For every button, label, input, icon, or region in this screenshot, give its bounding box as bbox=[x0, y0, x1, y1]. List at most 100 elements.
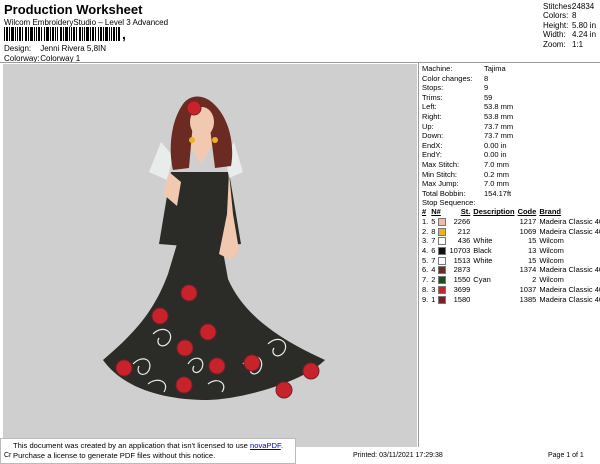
machine-info-list: Machine: Tajima Color changes: 8 Stops: 9 T… bbox=[422, 64, 513, 198]
col-header-description: Description bbox=[473, 207, 515, 217]
color-swatch bbox=[438, 237, 447, 246]
needle-number: 8 bbox=[431, 226, 436, 236]
color-swatch-cell bbox=[437, 275, 448, 285]
design-value: Jenni Rivera 5,8IN bbox=[40, 44, 107, 53]
color-swatch bbox=[438, 295, 447, 304]
footer-left-text: Cr bbox=[4, 452, 12, 459]
table-row: 6. 4 2873 1374 Madeira Classic 40 bbox=[421, 265, 600, 275]
design-row: Design: Jenni Rivera 5,8IN bbox=[4, 44, 106, 53]
thread-description bbox=[472, 265, 516, 275]
color-swatch-cell bbox=[437, 226, 448, 236]
novapdf-link[interactable]: novaPDF bbox=[250, 441, 281, 450]
color-swatch bbox=[438, 227, 447, 236]
stop-sequence-table: # N# St. Description Code Brand 1. 5 2266 1… bbox=[421, 207, 600, 304]
thread-brand: Wilcom bbox=[539, 275, 564, 285]
info-row: Trims: 59 bbox=[422, 92, 493, 102]
color-swatch-cell bbox=[437, 255, 448, 265]
worksheet-title: Production Worksheet bbox=[4, 2, 143, 17]
needle-number: 3 bbox=[431, 284, 436, 294]
stitch-count: 2266 bbox=[453, 217, 471, 227]
stitch-count: 3699 bbox=[453, 284, 471, 294]
thread-description: White bbox=[473, 255, 493, 265]
needle-number: 5 bbox=[431, 217, 436, 227]
license-notice: This document was created by an applicat… bbox=[0, 438, 296, 464]
stat-row: Colors: 8 bbox=[543, 11, 577, 21]
thread-brand: Madeira Classic 40 bbox=[539, 294, 600, 304]
color-swatch bbox=[438, 256, 447, 265]
row-number: 6. bbox=[422, 265, 429, 275]
row-number: 1. bbox=[422, 217, 429, 227]
thread-brand: Wilcom bbox=[539, 255, 564, 265]
thread-code: 1069 bbox=[519, 226, 537, 236]
thread-code: 1385 bbox=[519, 294, 537, 304]
needle-number: 1 bbox=[431, 294, 436, 304]
thread-description: White bbox=[473, 236, 493, 246]
thread-brand: Madeira Classic 40 bbox=[539, 226, 600, 236]
row-number: 5. bbox=[422, 255, 429, 265]
needle-number: 4 bbox=[431, 265, 436, 275]
col-header-needle: N# bbox=[431, 207, 441, 217]
thread-description bbox=[472, 226, 516, 236]
thread-code: 1217 bbox=[519, 217, 537, 227]
panel-divider bbox=[418, 62, 419, 447]
thread-description: Black bbox=[473, 246, 492, 256]
table-row: 1. 5 2266 1217 Madeira Classic 40 bbox=[421, 217, 600, 227]
table-row: 2. 8 212 1069 Madeira Classic 40 bbox=[421, 226, 600, 236]
color-swatch-cell bbox=[437, 285, 448, 295]
thread-code: 2 bbox=[532, 275, 537, 285]
stop-sequence-title: Stop Sequence: bbox=[422, 198, 476, 207]
table-row: 3. 7 436 White 15 Wilcom bbox=[421, 236, 600, 246]
stats-block: Stitches:24834 Colors: 8 Height: 5.80 in W… bbox=[543, 2, 596, 49]
table-row: 7. 2 1550 Cyan 2 Wilcom bbox=[421, 275, 600, 285]
color-swatch bbox=[438, 285, 447, 294]
info-row: Min Stitch: 0.2 mm bbox=[422, 169, 510, 179]
thread-brand: Wilcom bbox=[539, 236, 564, 246]
info-row: Machine: Tajima bbox=[422, 64, 506, 73]
color-swatch-cell bbox=[437, 236, 448, 246]
thread-brand: Madeira Classic 40 bbox=[539, 217, 600, 227]
color-swatch bbox=[438, 276, 447, 285]
stat-row: Height: 5.80 in bbox=[543, 20, 597, 30]
notice-line-2: Purchase a license to generate PDF files… bbox=[13, 451, 216, 460]
color-swatch bbox=[438, 218, 447, 227]
header-divider bbox=[0, 62, 600, 63]
stat-row: Width: 4.24 in bbox=[543, 30, 597, 40]
stitch-count: 10703 bbox=[449, 246, 471, 256]
stat-row: Stitches:24834 bbox=[543, 2, 595, 11]
needle-number: 2 bbox=[431, 275, 436, 285]
info-row: Left: 53.8 mm bbox=[422, 102, 514, 112]
stitch-count: 2873 bbox=[453, 265, 471, 275]
col-header-num: # bbox=[422, 207, 427, 217]
stitch-count: 1580 bbox=[453, 294, 471, 304]
design-preview bbox=[3, 64, 417, 447]
row-number: 4. bbox=[422, 246, 429, 256]
stat-row: Zoom: 1:1 bbox=[543, 39, 584, 49]
table-row: 4. 6 10703 Black 13 Wilcom bbox=[421, 246, 600, 256]
needle-number: 6 bbox=[431, 246, 436, 256]
info-row: Right: 53.8 mm bbox=[422, 111, 514, 121]
thread-description bbox=[472, 294, 516, 304]
software-name: Wilcom EmbroideryStudio – Level 3 Advanc… bbox=[4, 18, 169, 27]
info-row: Total Bobbin: 154.17ft bbox=[422, 188, 512, 198]
color-swatch-cell bbox=[437, 217, 448, 227]
barcode-suffix: , bbox=[122, 26, 126, 42]
color-swatch-cell bbox=[437, 246, 448, 256]
printed-timestamp: Printed: 03/11/2021 17:29:38 bbox=[353, 452, 443, 459]
thread-code: 1374 bbox=[519, 265, 537, 275]
col-header-code: Code bbox=[517, 207, 537, 217]
info-row: Up: 73.7 mm bbox=[422, 121, 514, 131]
thread-brand: Madeira Classic 40 bbox=[539, 265, 600, 275]
thread-brand: Madeira Classic 40 bbox=[539, 284, 600, 294]
row-number: 8. bbox=[422, 284, 429, 294]
thread-description: Cyan bbox=[473, 275, 491, 285]
stitch-count: 212 bbox=[457, 226, 471, 236]
needle-number: 7 bbox=[431, 236, 436, 246]
notice-text: This document was created by an applicat… bbox=[13, 441, 250, 450]
table-header-row: # N# St. Description Code Brand bbox=[421, 207, 600, 217]
col-header-stitches: St. bbox=[460, 207, 471, 217]
color-swatch bbox=[438, 266, 447, 275]
thread-code: 15 bbox=[527, 236, 537, 246]
table-row: 5. 7 1513 White 15 Wilcom bbox=[421, 255, 600, 265]
info-row: Max Stitch: 7.0 mm bbox=[422, 159, 510, 169]
thread-code: 15 bbox=[527, 255, 537, 265]
